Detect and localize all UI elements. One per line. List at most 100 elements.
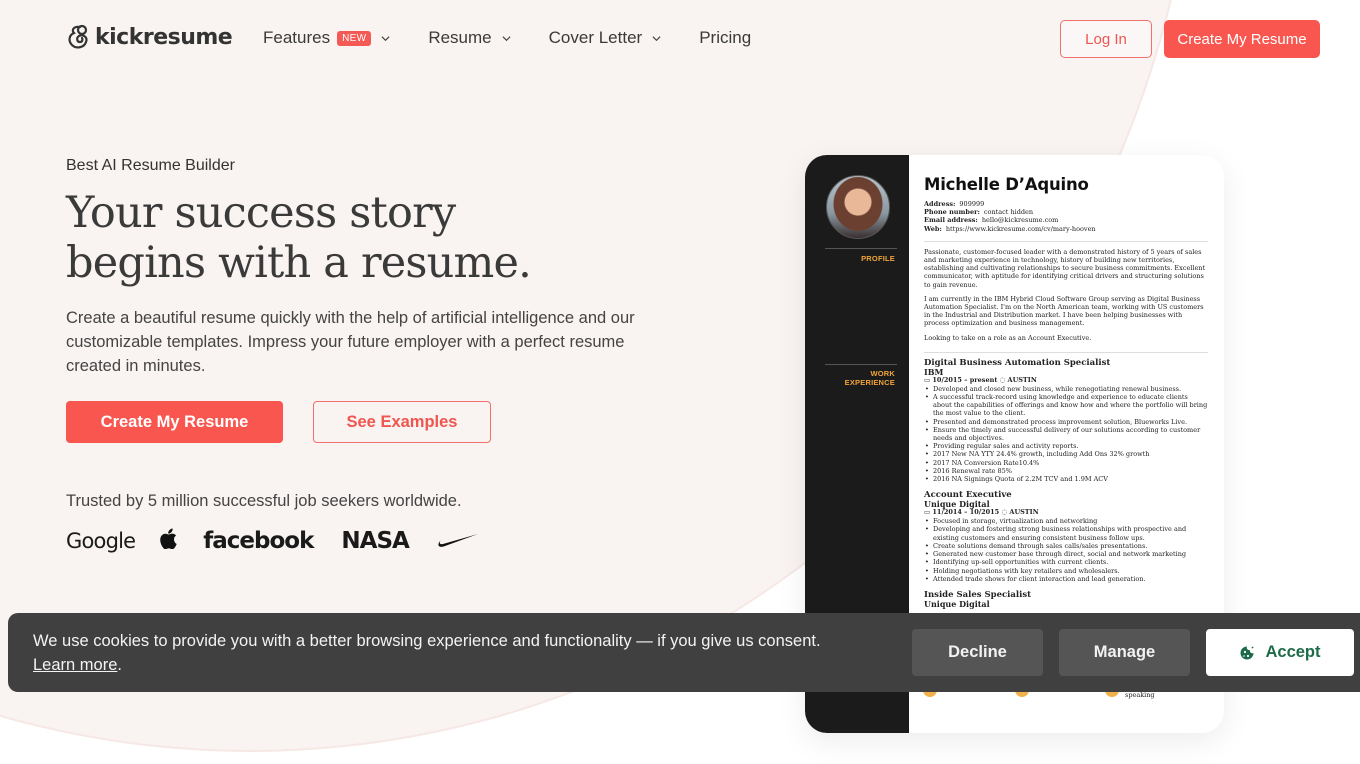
- manage-button[interactable]: Manage: [1059, 629, 1190, 676]
- job-location: AUSTIN: [1007, 375, 1037, 384]
- profile-paragraph: Looking to take on a role as an Account …: [924, 333, 1092, 342]
- job-bullets: Developed and closed new business, while…: [924, 385, 1208, 484]
- job-bullet: 2017 New NA YTY 24.4% growth, including …: [924, 450, 1208, 458]
- section-label-work: WORK EXPERIENCE: [845, 369, 895, 387]
- job-bullet: Focused in storage, virtualization and n…: [924, 517, 1208, 525]
- see-examples-button[interactable]: See Examples: [313, 401, 491, 443]
- nav-resume-label: Resume: [428, 28, 492, 47]
- job-bullet: Ensure the timely and successful deliver…: [924, 426, 1208, 442]
- profile-text: Passionate, customer-focused leader with…: [924, 248, 1208, 342]
- skill-label: speaking: [1125, 691, 1155, 699]
- contact-value: contact hidden: [983, 208, 1034, 217]
- job-bullet: Generated new customer base through dire…: [924, 550, 1208, 558]
- main-nav: Features NEW Resume Cover Letter Pricing: [263, 28, 789, 48]
- learn-more-link[interactable]: Learn more: [33, 656, 117, 674]
- job-bullet: A successful track-record using knowledg…: [924, 393, 1208, 418]
- trusted-text: Trusted by 5 million successful job seek…: [66, 492, 462, 510]
- profile-paragraph: Passionate, customer-focused leader with…: [924, 247, 1206, 289]
- job-bullet: Attended trade shows for client interact…: [924, 575, 1208, 583]
- nav-features[interactable]: Features NEW: [263, 28, 390, 48]
- job-bullet: Presented and demonstrated process impro…: [924, 418, 1208, 426]
- job-company: Unique Digital: [924, 499, 990, 510]
- logo-text: kickresume: [95, 24, 233, 50]
- job-entry: Inside Sales Specialist Unique Digital: [924, 590, 1208, 609]
- contact-value: 909999: [959, 200, 985, 208]
- hero-subtext: Create a beautiful resume quickly with t…: [66, 309, 635, 375]
- contact-info: Address: 909999 Phone number: contact hidde…: [924, 200, 1208, 233]
- job-bullet: 2017 NA Conversion Rate10.4%: [924, 459, 1208, 467]
- section-label-work-line1: WORK: [870, 369, 895, 378]
- hero-headline: Your success story begins with a resume.: [66, 188, 586, 288]
- contact-value: https://www.kickresume.com/cv/mary-hoove…: [945, 224, 1096, 233]
- location-pin-icon: ◌: [999, 508, 1010, 517]
- new-badge: NEW: [337, 30, 372, 46]
- job-meta: ▭ 10/2015 – present ◌ AUSTIN: [924, 376, 1208, 385]
- contact-line: Phone number: contact hidden: [924, 208, 1208, 216]
- nav-cover-letter-label: Cover Letter: [548, 28, 643, 47]
- job-bullet: Providing regular sales and activity rep…: [924, 442, 1208, 450]
- sidebar-divider: [825, 364, 897, 365]
- brand-logos: Google facebook NASA: [66, 526, 479, 556]
- section-label-work-line2: EXPERIENCE: [844, 378, 895, 387]
- job-meta: ▭ 11/2014 – 10/2015 ◌ AUSTIN: [924, 508, 1208, 517]
- job-company: IBM: [924, 366, 944, 377]
- login-button[interactable]: Log In: [1060, 20, 1152, 58]
- logo[interactable]: kickresume: [66, 24, 233, 50]
- hero-create-resume-button[interactable]: Create My Resume: [66, 401, 283, 443]
- nav-pricing-label: Pricing: [699, 28, 752, 47]
- hero-eyebrow: Best AI Resume Builder: [66, 157, 235, 174]
- chevron-down-icon: [502, 35, 511, 41]
- nike-swoosh-icon: [438, 534, 478, 547]
- nav-cover-letter[interactable]: Cover Letter: [549, 28, 662, 48]
- location-pin-icon: ◌: [997, 375, 1008, 384]
- sidebar-divider: [825, 248, 897, 249]
- job-company: Unique Digital: [924, 598, 990, 609]
- contact-label: Address:: [924, 200, 956, 208]
- cookie-icon: [1240, 646, 1254, 659]
- accept-label: Accept: [1265, 643, 1321, 661]
- period: .: [117, 656, 122, 674]
- facebook-logo: facebook: [203, 528, 314, 554]
- work-experience: Digital Business Automation Specialist IB…: [924, 357, 1208, 609]
- resume-name: Michelle D’Aquino: [924, 175, 1089, 194]
- profile-paragraph: I am currently in the IBM Hybrid Cloud S…: [924, 294, 1204, 328]
- cookie-message-text: We use cookies to provide you with a bet…: [33, 632, 821, 650]
- job-entry: Account Executive Unique Digital ▭ 11/2014…: [924, 491, 1208, 583]
- section-label-profile: PROFILE: [861, 254, 895, 263]
- accept-button[interactable]: Accept: [1206, 629, 1354, 676]
- job-title: Digital Business Automation Specialist: [924, 357, 1111, 368]
- chevron-down-icon: [381, 35, 390, 41]
- job-dates: 10/2015 – present: [932, 375, 998, 384]
- job-bullet: Developed and closed new business, while…: [924, 385, 1208, 393]
- job-bullet: 2016 Renewal rate 85%: [924, 467, 1208, 475]
- job-bullet: Identifying up-sell opportunities with c…: [924, 558, 1208, 566]
- contact-label: Email address:: [924, 216, 978, 225]
- job-location: AUSTIN: [1009, 508, 1039, 517]
- contact-line: Address: 909999: [924, 200, 1208, 208]
- site-header: kickresume Features NEW Resume Cover Let…: [0, 0, 1360, 78]
- job-dates: 11/2014 – 10/2015: [932, 508, 1000, 517]
- contact-label: Phone number:: [924, 208, 980, 217]
- nasa-logo: NASA: [341, 528, 409, 554]
- contact-value: hello@kickresume.com: [981, 216, 1059, 225]
- apple-logo-icon: [159, 528, 177, 555]
- job-bullet: Create solutions demand through sales ca…: [924, 542, 1208, 550]
- job-bullet: Holding negotiations with key retailers …: [924, 567, 1208, 575]
- job-bullet: Developing and fostering strong business…: [924, 525, 1208, 541]
- contact-label: Web:: [924, 224, 942, 233]
- headline-line-1: Your success story: [66, 188, 456, 238]
- divider: [924, 351, 1208, 353]
- job-bullets: Focused in storage, virtualization and n…: [924, 517, 1208, 583]
- profile-photo: [826, 175, 890, 239]
- nav-resume[interactable]: Resume: [428, 28, 511, 48]
- decline-button[interactable]: Decline: [912, 629, 1043, 676]
- contact-line: Web: https://www.kickresume.com/cv/mary-h…: [924, 225, 1208, 233]
- contact-line: Email address: hello@kickresume.com: [924, 216, 1208, 224]
- nav-pricing[interactable]: Pricing: [699, 28, 751, 48]
- cookie-message: We use cookies to provide you with a bet…: [33, 629, 821, 677]
- kickresume-logo-icon: [68, 24, 88, 49]
- divider: [924, 240, 1208, 242]
- google-logo: Google: [66, 529, 136, 553]
- chevron-down-icon: [652, 35, 661, 41]
- header-create-resume-button[interactable]: Create My Resume: [1164, 20, 1320, 58]
